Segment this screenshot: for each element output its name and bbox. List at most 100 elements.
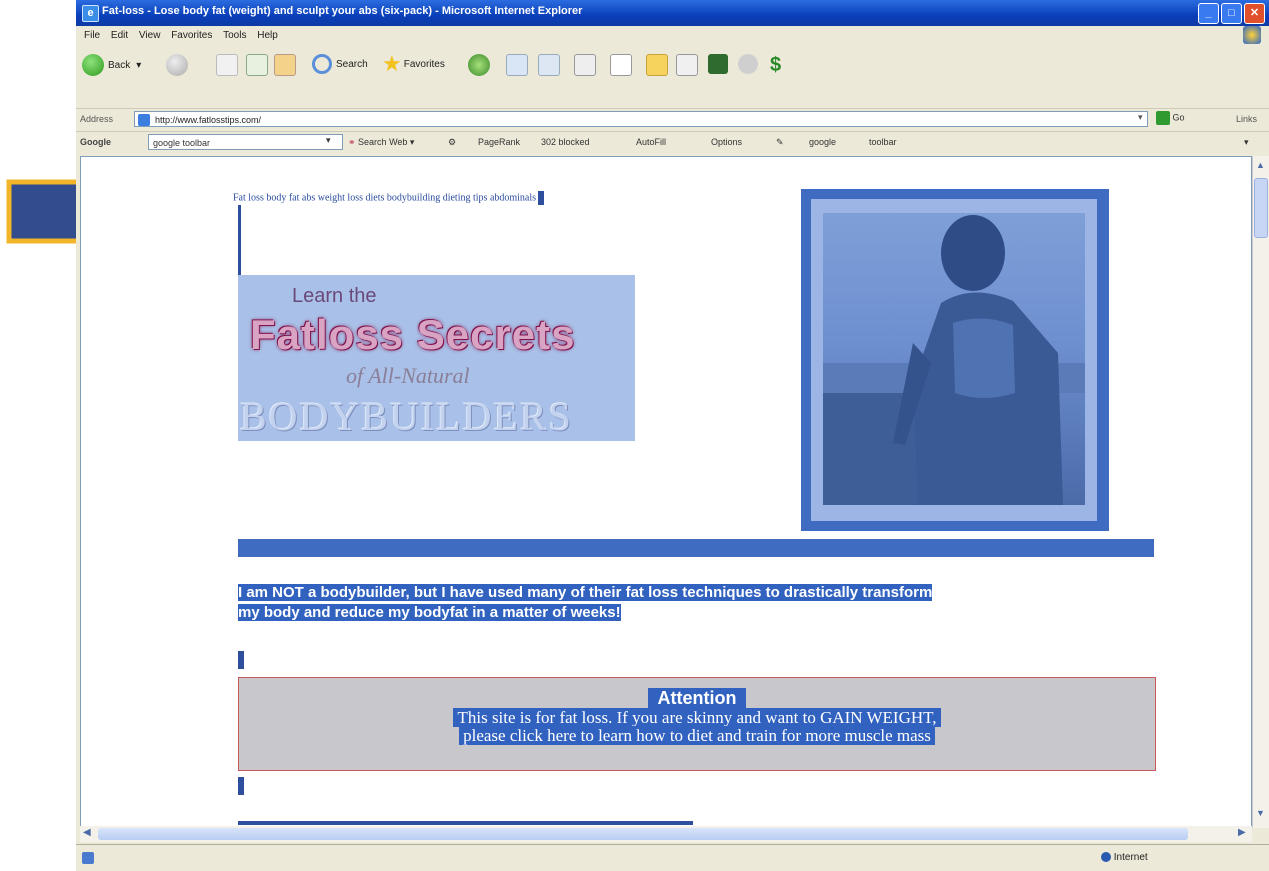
intro-paragraph: I am NOT a bodybuilder, but I have used … [238,583,1153,623]
links-label[interactable]: Links [1236,114,1257,124]
search-web-button[interactable]: ⚭ Search Web ▾ [348,137,414,148]
google-word-label: google [809,137,837,147]
google-toolbar: Google google toolbar ▾ ⚭ Search Web ▾ ⚙… [76,131,1269,154]
research-button[interactable] [708,54,728,74]
go-button[interactable]: Go [1156,111,1185,125]
menu-file[interactable]: File [84,30,100,41]
window-title: Fat-loss - Lose body fat (weight) and sc… [102,5,583,17]
attention-box[interactable]: Attention This site is for fat loss. If … [238,677,1156,771]
site-search-button[interactable]: ⚙ [448,137,456,148]
mail-button[interactable] [538,54,560,76]
selection-marker-2 [238,777,244,795]
back-label: Back [108,59,131,71]
discuss-button[interactable] [738,54,758,74]
attention-line-2[interactable]: please click here to learn how to diet a… [459,726,935,745]
zone-label: Internet [1113,852,1148,863]
address-url: http://www.fatlosstips.com/ [155,115,262,125]
security-zone: Internet [1101,852,1148,863]
windows-flag-icon [1243,26,1261,44]
forward-button[interactable] [166,54,188,76]
menu-help[interactable]: Help [257,30,278,41]
print-button[interactable] [574,54,596,76]
options-button[interactable]: Options [711,137,742,147]
section-separator [238,539,1154,557]
favorites-label: Favorites [403,58,445,70]
address-bar: Address http://www.fatlosstips.com/ ▾ Go… [76,108,1269,131]
messenger-button[interactable] [676,54,698,76]
address-dropdown-icon[interactable]: ▾ [1138,112,1143,123]
search-button[interactable]: Search [312,54,368,74]
google-word-button[interactable]: google [809,137,836,147]
google-search-input[interactable]: google toolbar [148,134,343,150]
autofill-button[interactable]: AutoFill [636,137,666,147]
window-controls: _ □ ✕ [1198,3,1265,24]
go-label: Go [1172,112,1185,123]
edit-button[interactable] [610,54,632,76]
chevron-down-icon: ▾ [136,59,142,71]
folder-button[interactable] [646,54,668,76]
keywords-text: Fat loss body fat abs weight loss diets … [233,192,537,204]
close-button[interactable]: ✕ [1244,3,1265,24]
bottom-rule [238,821,693,825]
home-button[interactable] [274,54,296,76]
stop-icon [216,54,238,76]
highlight-button[interactable]: ✎ [776,137,784,148]
minimize-button[interactable]: _ [1198,3,1219,24]
bodybuilder-photo [801,189,1109,531]
scroll-left-icon[interactable]: ◀ [83,827,91,838]
page-viewport: Fat loss body fat abs weight loss diets … [80,156,1252,828]
title-bar: e Fat-loss - Lose body fat (weight) and … [76,0,1269,26]
menu-view[interactable]: View [139,30,161,41]
page-icon [138,114,150,126]
standard-toolbar: Back ▾ Search ★ Favorites $ [76,46,1269,108]
refresh-icon [246,54,268,76]
banner-headline: Fatloss Secrets [250,311,576,358]
menu-tools[interactable]: Tools [223,30,246,41]
fatloss-secrets-banner[interactable]: Learn the Fatloss Secrets of All-Natural… [238,275,635,441]
people-icon [676,54,698,76]
keywords-line: Fat loss body fat abs weight loss diets … [233,191,545,205]
media-button[interactable] [468,54,490,76]
toolbar-word-button[interactable]: toolbar [869,137,897,147]
google-search-value: google toolbar [153,138,211,148]
history-button[interactable] [506,54,528,76]
scroll-up-icon[interactable]: ▲ [1256,160,1265,170]
binoculars-icon: ⚭ [348,137,359,147]
money-button[interactable]: $ [770,54,781,77]
attention-body: This site is for fat loss. If you are sk… [239,708,1155,745]
star-icon: ★ [382,51,402,76]
menu-favorites[interactable]: Favorites [171,30,212,41]
search-label: Search [336,58,368,70]
vertical-scroll-thumb[interactable] [1254,178,1268,238]
globe-icon [1101,852,1111,863]
vertical-scrollbar[interactable]: ▲ ▼ [1252,156,1269,828]
address-input[interactable]: http://www.fatlosstips.com/ [134,111,1148,127]
horizontal-scrollbar[interactable]: ◀ ▶ [80,826,1252,842]
scroll-right-icon[interactable]: ▶ [1238,827,1246,838]
back-arrow-icon [82,54,104,76]
intro-line-1: I am NOT a bodybuilder, but I have used … [238,584,933,601]
dollar-icon: $ [770,54,782,76]
refresh-button[interactable] [246,54,268,76]
popup-blocker-button[interactable]: 302 blocked [541,137,590,147]
folder-icon [646,54,668,76]
pagerank-label: PageRank [478,137,521,147]
stop-button[interactable] [216,54,238,76]
attention-line-1[interactable]: This site is for fat loss. If you are sk… [453,708,941,727]
back-button[interactable]: Back ▾ [82,54,141,76]
banner-bodybuilders: BODYBUILDERS [240,394,573,439]
autofill-label: AutoFill [636,137,667,147]
scroll-down-icon[interactable]: ▼ [1256,808,1265,818]
google-dropdown-icon[interactable]: ▾ [326,135,331,146]
favorites-button[interactable]: ★ Favorites [382,51,445,76]
banner-subheadline: of All-Natural [346,363,470,388]
pagerank-indicator[interactable]: PageRank [478,137,520,147]
horizontal-scroll-thumb[interactable] [98,828,1188,840]
google-options-icon[interactable]: ▾ [1244,137,1249,148]
menu-edit[interactable]: Edit [111,30,128,41]
options-label: Options [711,137,743,147]
text-cursor [538,191,545,205]
bodybuilder-image [823,213,1085,505]
maximize-button[interactable]: □ [1221,3,1242,24]
photo-frame [811,199,1097,521]
